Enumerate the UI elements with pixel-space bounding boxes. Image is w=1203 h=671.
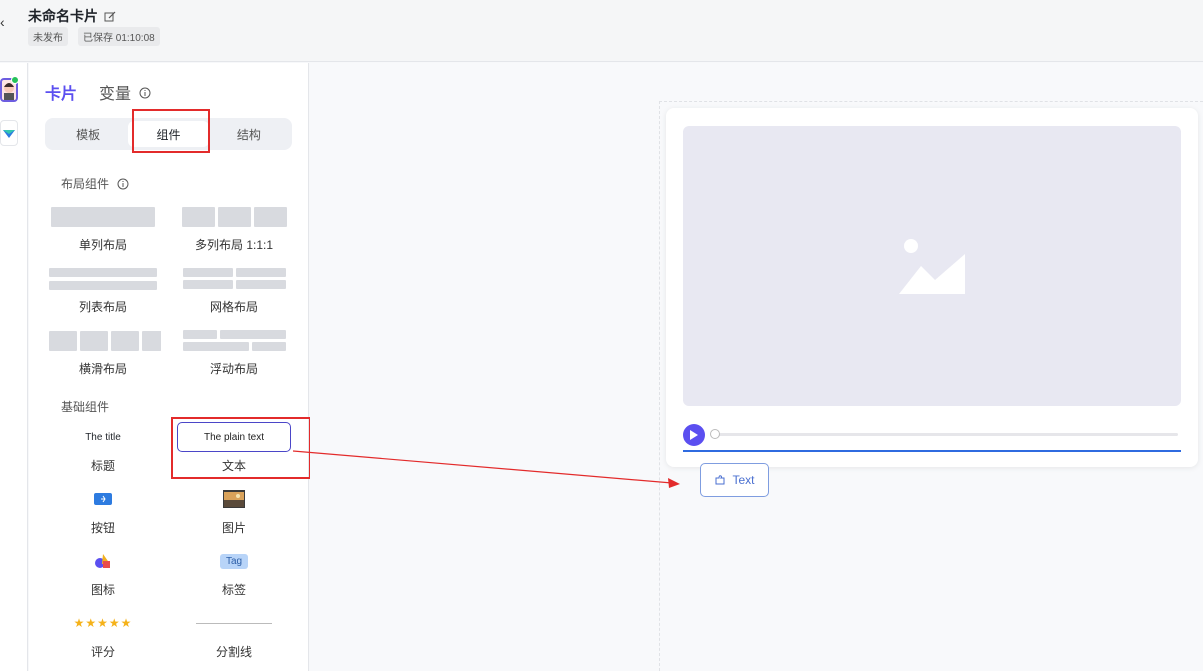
dragging-text-chip[interactable]: Text [700, 463, 769, 497]
image-component-item[interactable]: 图片 [176, 484, 292, 546]
left-rail [0, 63, 28, 671]
item-label: 图标 [90, 583, 115, 597]
item-label: 网格布局 [209, 300, 258, 314]
divider-preview [176, 608, 292, 638]
multi-column-layout-item[interactable]: 多列布局 1:1:1 [176, 203, 292, 265]
basic-section-label: 基础组件 [61, 400, 110, 414]
tag-preview-text: Tag [219, 553, 249, 569]
title-component-item[interactable]: The title 标题 [45, 422, 161, 484]
segmented-control: 模板 组件 结构 [45, 118, 292, 150]
segment-templates[interactable]: 模板 [48, 121, 128, 147]
item-label: 标题 [90, 459, 115, 473]
item-label: 评分 [90, 645, 115, 659]
item-label: 标签 [221, 583, 246, 597]
image-preview [176, 484, 292, 514]
floating-thumb [176, 327, 292, 354]
progress-track[interactable] [712, 433, 1178, 436]
icon-preview [45, 546, 161, 576]
list-thumb [45, 265, 161, 292]
info-icon [117, 178, 129, 189]
panel-tabs: 卡片 变量 [45, 80, 151, 104]
text-preview-text: The plain text [203, 431, 265, 443]
segment-structure[interactable]: 结构 [209, 121, 289, 147]
title-preview-text: The title [85, 431, 121, 443]
top-header: ‹ 未命名卡片 未发布 已保存 01:10:08 [0, 0, 1203, 62]
component-panel: 卡片 变量 模板 组件 结构 布局组件 单列布局 多列布局 1:1:1 列表布局… [29, 63, 311, 671]
button-icon [94, 493, 112, 505]
shapes-icon [95, 554, 110, 568]
item-label: 文本 [221, 459, 246, 473]
item-label: 单列布局 [78, 238, 127, 252]
grid-layout-item[interactable]: 网格布局 [176, 265, 292, 327]
status-badges: 未发布 已保存 01:10:08 [28, 27, 160, 46]
floating-layout-item[interactable]: 浮动布局 [176, 327, 292, 389]
tab-card[interactable]: 卡片 [45, 80, 77, 104]
card-title: 未命名卡片 [28, 8, 98, 24]
image-placeholder-icon [899, 239, 965, 294]
rating-component-item[interactable]: ★★★★★ 评分 [45, 608, 161, 670]
button-preview [45, 484, 161, 514]
tag-component-item[interactable]: Tag 标签 [176, 546, 292, 608]
video-card[interactable] [666, 108, 1198, 467]
rating-preview: ★★★★★ [45, 608, 161, 638]
grid-thumb [176, 265, 292, 292]
media-placeholder [683, 126, 1181, 406]
saved-time-badge: 已保存 01:10:08 [78, 27, 160, 46]
list-layout-item[interactable]: 列表布局 [45, 265, 161, 327]
selection-underline [683, 450, 1181, 452]
text-component-item[interactable]: The plain text 文本 [176, 422, 292, 484]
layout-grid: 单列布局 多列布局 1:1:1 列表布局 网格布局 横滑布局 浮动布局 [45, 203, 292, 389]
item-label: 浮动布局 [209, 362, 258, 376]
segment-components[interactable]: 组件 [128, 121, 209, 147]
back-icon[interactable]: ‹ [0, 14, 12, 30]
title-row: 未命名卡片 [28, 6, 116, 26]
basic-section-title: 基础组件 [61, 398, 109, 415]
title-preview: The title [45, 422, 161, 452]
tag-preview: Tag [176, 546, 292, 576]
canvas-area[interactable]: Text [310, 63, 1203, 671]
basic-grid: The title 标题 The plain text 文本 按钮 图片 图标 [45, 422, 292, 670]
image-icon [223, 490, 245, 508]
play-button[interactable] [683, 424, 705, 446]
button-component-item[interactable]: 按钮 [45, 484, 161, 546]
divider-component-item[interactable]: 分割线 [176, 608, 292, 670]
item-label: 分割线 [215, 645, 252, 659]
icon-component-item[interactable]: 图标 [45, 546, 161, 608]
puzzle-icon [715, 475, 725, 485]
rating-stars-icon: ★★★★★ [73, 616, 133, 630]
progress-knob[interactable] [710, 429, 720, 439]
online-status-icon [11, 76, 19, 84]
item-label: 图片 [221, 521, 246, 535]
edit-icon[interactable] [104, 10, 116, 22]
multi-column-thumb [176, 203, 292, 230]
info-icon[interactable] [139, 86, 151, 99]
item-label: 多列布局 1:1:1 [194, 238, 274, 252]
item-label: 按钮 [90, 521, 115, 535]
horizontal-scroll-layout-item[interactable]: 横滑布局 [45, 327, 161, 389]
item-label: 列表布局 [78, 300, 127, 314]
text-preview: The plain text [177, 422, 291, 452]
item-label: 横滑布局 [78, 362, 127, 376]
single-column-layout-item[interactable]: 单列布局 [45, 203, 161, 265]
drag-chip-label: Text [732, 473, 755, 487]
layout-section-title: 布局组件 [61, 175, 129, 192]
app-logo-icon[interactable] [0, 120, 18, 146]
tab-variables[interactable]: 变量 [99, 80, 131, 104]
horizontal-scroll-thumb [45, 327, 161, 354]
publish-status-badge: 未发布 [28, 27, 68, 46]
layout-section-label: 布局组件 [61, 177, 110, 191]
single-column-thumb [45, 203, 161, 230]
